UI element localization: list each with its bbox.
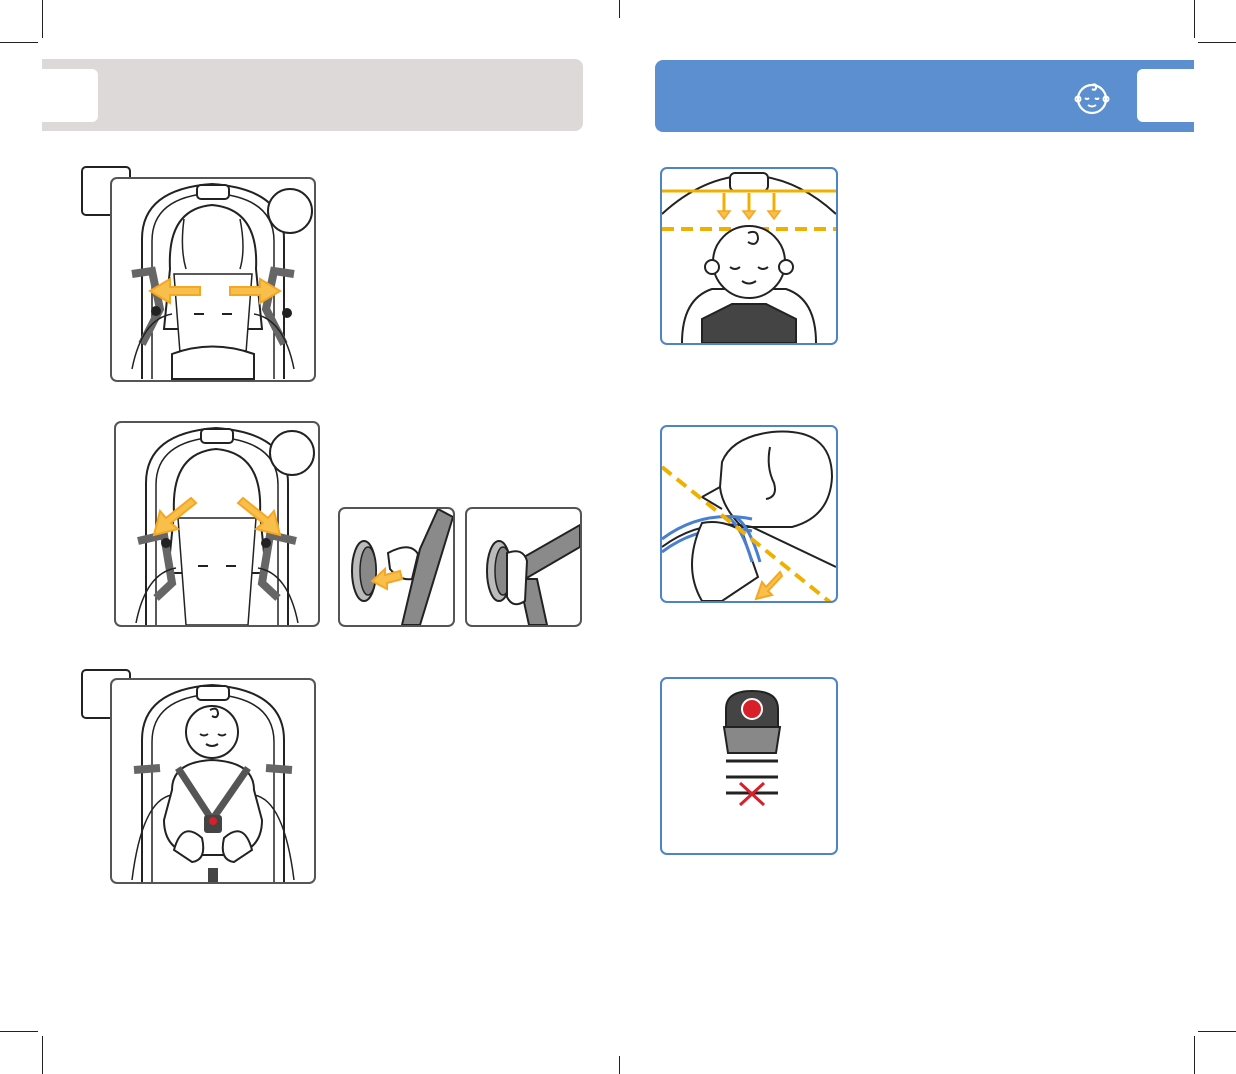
illustration-child-buckled: [110, 678, 316, 884]
illustration-harness-sides: [114, 421, 320, 627]
illustration-harness-outward: [110, 177, 316, 382]
crop-mark: [1194, 1036, 1195, 1074]
right-page-header: [655, 60, 1194, 132]
illustration-chest-clip-check: [660, 677, 838, 855]
crop-mark: [42, 1036, 43, 1074]
crop-mark: [42, 0, 43, 38]
crop-mark: [0, 42, 38, 43]
right-page-number-tab: [1137, 69, 1194, 122]
crop-mark: [1198, 42, 1236, 43]
crop-mark: [1194, 0, 1195, 38]
left-page-header: [42, 59, 583, 131]
crop-mark: [1198, 1031, 1236, 1032]
illustration-strap-tightness: [660, 425, 838, 603]
illustration-clip-attached: [465, 507, 582, 627]
left-page-number-tab: [42, 69, 98, 122]
crop-mark: [0, 1031, 38, 1032]
illustration-harness-height: [660, 167, 838, 345]
crop-mark: [619, 0, 620, 18]
baby-face-icon: [1073, 79, 1111, 117]
crop-mark: [619, 1056, 620, 1074]
illustration-clip-attaching: [338, 507, 455, 627]
